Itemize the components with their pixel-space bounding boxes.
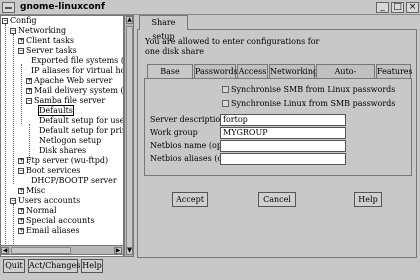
netbios-name-input[interactable] <box>220 140 346 152</box>
tree-item-normal[interactable]: + Normal <box>18 206 57 216</box>
expand-icon[interactable]: + <box>26 78 32 84</box>
tab-share-setup[interactable]: Share setup <box>139 15 188 41</box>
tree-item-networking[interactable]: − Networking <box>10 26 66 36</box>
tree-item-mail[interactable]: +Mail delivery system (send <box>26 86 123 96</box>
tree-item-ip-aliases[interactable]: IP aliases for virtual hosts <box>31 66 123 76</box>
help-button-bottom[interactable]: Help <box>81 259 103 273</box>
tree-item-misc[interactable]: + Misc <box>18 186 45 196</box>
tree-vertical-scrollbar[interactable]: ▲ ▼ <box>124 15 134 257</box>
act-changes-button[interactable]: Act/Changes <box>28 259 80 273</box>
tree-item-apache[interactable]: + Apache Web server <box>26 76 112 86</box>
tree-item-netlogon[interactable]: Netlogon setup <box>39 136 101 146</box>
collapse-icon[interactable]: − <box>2 18 8 24</box>
scroll-left-arrow-icon[interactable]: ◀ <box>1 247 9 254</box>
tab-access[interactable]: Access <box>237 64 268 78</box>
tab-passwords[interactable]: Passwords <box>194 64 238 78</box>
config-tree[interactable]: − Config − Networking + Client tasks − Serve… <box>0 15 124 257</box>
tab-auto-accounts[interactable]: Auto-accounts <box>316 64 375 89</box>
expand-icon[interactable]: + <box>26 88 32 94</box>
cancel-button[interactable]: Cancel <box>258 192 296 207</box>
expand-icon[interactable]: + <box>18 188 24 194</box>
netbios-aliases-input[interactable] <box>220 153 346 165</box>
tree-vscroll-thumb[interactable] <box>126 26 133 251</box>
tree-item-config[interactable]: − Config <box>2 16 37 26</box>
expand-icon[interactable]: + <box>18 218 24 224</box>
help-button[interactable]: Help <box>354 192 382 207</box>
server-description-label: Server description <box>150 115 226 124</box>
netbios-name-label: Netbios name (opt) <box>150 141 229 150</box>
sync-smb-from-linux-checkbox[interactable] <box>222 86 229 93</box>
expand-icon[interactable]: + <box>18 38 24 44</box>
tree-horizontal-scrollbar[interactable]: ◀ ▶ <box>0 245 124 255</box>
scroll-right-arrow-icon[interactable]: ▶ <box>114 247 122 254</box>
tree-item-samba[interactable]: − Samba file server <box>26 96 105 106</box>
tree-item-client-tasks[interactable]: + Client tasks <box>18 36 74 46</box>
server-description-input[interactable]: fortop <box>220 114 346 126</box>
tree-item-users-home[interactable]: Default setup for users's h <box>39 116 123 126</box>
tree-item-printers[interactable]: Default setup for printers <box>39 126 123 136</box>
window-menu-icon[interactable] <box>2 2 15 13</box>
expand-icon[interactable]: + <box>18 208 24 214</box>
collapse-icon[interactable]: − <box>18 48 24 54</box>
tree-item-nfs[interactable]: Exported file systems (NFS <box>31 56 123 66</box>
title-bar: gnome-linuxconf _ □ × <box>0 0 420 15</box>
expand-icon[interactable]: + <box>18 158 24 164</box>
collapse-icon[interactable]: − <box>10 28 16 34</box>
sync-smb-from-linux-label: Synchronise SMB from Linux passwords <box>231 85 396 94</box>
tree-item-defaults[interactable]: Defaults <box>38 105 74 116</box>
minimize-button[interactable]: _ <box>376 2 389 13</box>
work-group-label: Work group <box>150 128 198 137</box>
work-group-input[interactable]: MYGROUP <box>220 127 346 139</box>
tree-item-disk-shares[interactable]: Disk shares <box>39 146 86 156</box>
tab-features[interactable]: Features <box>376 64 413 78</box>
scroll-up-arrow-icon[interactable]: ▲ <box>126 16 133 24</box>
tab-base-config[interactable]: Base config <box>147 64 193 89</box>
collapse-icon[interactable]: − <box>26 98 32 104</box>
tree-item-email-aliases[interactable]: + Email aliases <box>18 226 79 236</box>
maximize-button[interactable]: □ <box>391 2 404 13</box>
tree-item-users-accounts[interactable]: − Users accounts <box>10 196 80 206</box>
intro-text: You are allowed to enter configurations … <box>145 37 320 56</box>
accept-button[interactable]: Accept <box>172 192 208 207</box>
tree-item-ftp[interactable]: + Ftp server (wu-ftpd) <box>18 156 108 166</box>
sync-linux-from-smb-label: Synchronise Linux from SMB passwords <box>231 99 396 108</box>
collapse-icon[interactable]: − <box>10 198 16 204</box>
close-button[interactable]: × <box>406 2 419 13</box>
tree-item-boot-services[interactable]: − Boot services <box>18 166 80 176</box>
quit-button[interactable]: Quit <box>3 259 25 273</box>
collapse-icon[interactable]: − <box>18 168 24 174</box>
expand-icon[interactable]: + <box>18 228 24 234</box>
tree-item-special-accounts[interactable]: + Special accounts <box>18 216 94 226</box>
tree-item-dhcp[interactable]: DHCP/BOOTP server <box>31 176 117 186</box>
tab-networking[interactable]: Networking <box>269 64 318 78</box>
window-title: gnome-linuxconf <box>20 2 105 12</box>
scroll-down-arrow-icon[interactable]: ▼ <box>126 247 133 255</box>
tree-item-server-tasks[interactable]: − Server tasks <box>18 46 77 56</box>
tree-hscroll-thumb[interactable] <box>11 247 71 254</box>
sync-linux-from-smb-checkbox[interactable] <box>222 100 229 107</box>
